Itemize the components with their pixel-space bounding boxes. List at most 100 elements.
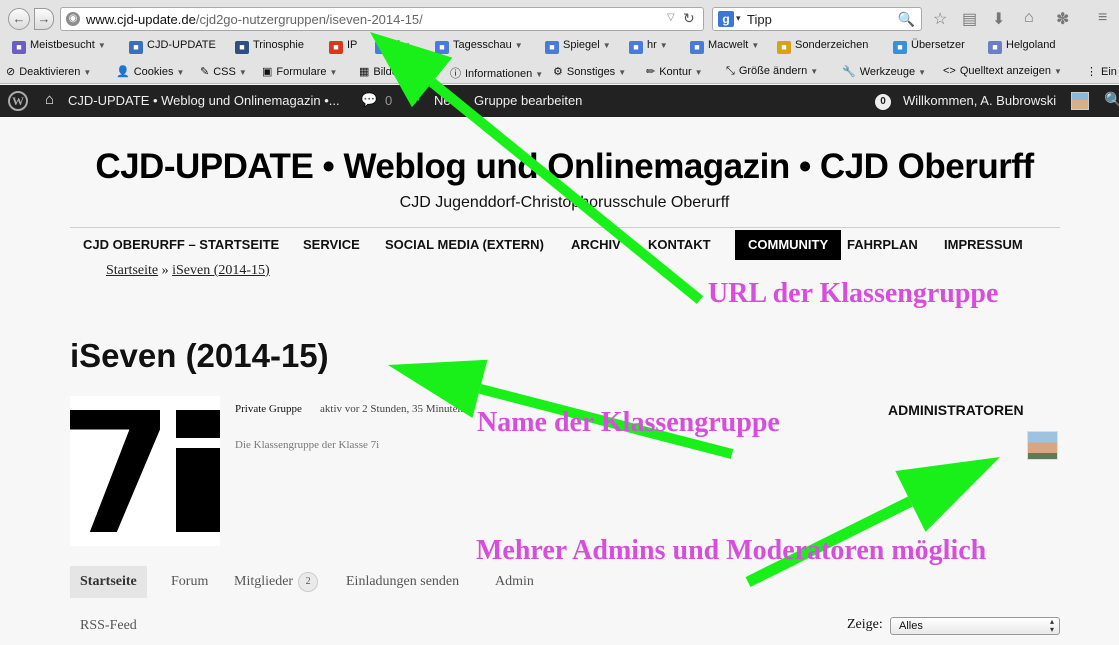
bookmark-item[interactable]: ■ Meistbesucht ▼ [12,39,106,54]
bookmark-item[interactable]: ■ hr ▼ [629,39,668,54]
menu-item-service[interactable]: SERVICE [290,230,373,260]
comment-bubble-icon[interactable]: 💬 [361,92,377,108]
wordpress-logo-icon[interactable]: W [8,91,28,111]
back-button[interactable]: ← [8,8,30,30]
search-icon[interactable]: 🔍 [898,11,915,28]
webdev-menu-item[interactable]: ▣ Formulare ▼ [262,65,337,78]
gear-icon: ■ [329,41,343,54]
group-subnav: Startseite Forum Mitglieder 2 Einladungen se… [70,566,1060,598]
webdev-menu-item[interactable]: ⓘ Informationen ▼ [450,65,543,81]
addon-icon[interactable]: ✽ [1056,9,1069,29]
chevron-down-icon: ▼ [404,68,413,77]
bookmark-item[interactable]: ■ T ▼ [375,39,411,54]
avatar-seven-glyph [70,410,160,532]
select-arrows-icon: ▴ ▾ [1049,617,1054,634]
forward-button[interactable]: → [34,8,54,30]
filter-label: Zeige: [847,617,883,632]
reload-icon[interactable]: ↻ [683,10,695,27]
admin-bar-site-name[interactable]: CJD-UPDATE • Weblog und Onlinemagazin •.… [68,93,340,108]
webdev-menu-item[interactable]: ▦ Bilder ▼ [359,65,412,78]
edit-group-link[interactable]: Gruppe bearbeiten [474,93,582,108]
search-engine-caret-icon[interactable]: ▾ [736,13,741,24]
wp-admin-bar: W ⌂ CJD-UPDATE • Weblog und Onlinemagazi… [0,85,1119,117]
administrators-heading: ADMINISTRATOREN [888,402,1024,418]
admin-greeting[interactable]: Willkommen, A. Bubrowski [903,93,1056,108]
menu-item-archiv[interactable]: ARCHIV [558,230,634,260]
breadcrumb-current-link[interactable]: iSeven (2014-15) [172,263,270,278]
new-content-link[interactable]: Neu [434,93,458,108]
menu-item-community[interactable]: COMMUNITY [735,230,842,260]
rss-feed-link[interactable]: RSS-Feed [80,618,137,634]
admin-avatar[interactable] [1027,431,1058,460]
navigation-toolbar: ← → ◉ www.cjd-update.de/cjd2go-nutzergru… [0,0,1119,36]
filter-selected-value: Alles [899,620,923,632]
tab-label: Einladungen senden [346,574,460,589]
bookmark-item[interactable]: ■ Sonderzeichen [777,39,868,54]
menu-item-social-media-extern[interactable]: SOCIAL MEDIA (EXTERN) [372,230,557,260]
user-avatar[interactable] [1071,92,1089,110]
bookmark-label: IP [347,39,358,51]
ban-icon: ⊘ [6,66,16,78]
chevron-down-icon: ▼ [618,68,627,77]
bookmarks-list-icon[interactable]: ▤ [962,9,977,29]
webdev-menu-label: Bilder [373,66,402,78]
bookmark-star-icon[interactable]: ☆ [933,9,947,29]
tab-label: Startseite [80,574,137,589]
plus-icon[interactable]: + [410,90,420,110]
bookmark-item[interactable]: ■ Macwelt ▼ [690,39,759,54]
chevron-down-icon: ▼ [514,41,523,50]
clipboard-icon: ▣ [262,66,273,78]
webdev-menu-item[interactable]: ⤡ Größe ändern ▼ [726,65,818,78]
webdev-menu-item[interactable]: <> Quelltext anzeigen ▼ [943,65,1062,77]
google-icon[interactable]: g [718,11,734,27]
group-avatar[interactable] [70,396,220,546]
main-navigation: CJD OBERURFF – STARTSEITE SERVICE SOCIAL M… [70,227,1060,260]
breadcrumb-home-link[interactable]: Startseite [106,263,158,278]
search-input[interactable]: Tipp [747,12,772,27]
t-favicon-icon: ■ [235,41,249,54]
menu-item-impressum[interactable]: IMPRESSUM [931,230,1036,260]
site-title[interactable]: CJD-UPDATE • Weblog und Onlinemagazin • … [0,147,1119,187]
tab-admin[interactable]: Admin [485,566,544,598]
menu-item-cjd-oberurff-startseite[interactable]: CJD OBERURFF – STARTSEITE [70,230,292,260]
url-text[interactable]: www.cjd-update.de/cjd2go-nutzergruppen/i… [86,12,423,27]
cjd-favicon-icon: ■ [129,41,143,54]
bookmark-item[interactable]: ■ IP [329,39,357,54]
chevron-down-icon: ▼ [176,68,185,77]
bookmark-item[interactable]: ■ Übersetzer [893,39,965,54]
tab-einladungen-senden[interactable]: Einladungen senden [336,566,469,598]
menu-item-kontakt[interactable]: KONTAKT [635,230,724,260]
bookmark-label: Übersetzer [911,39,965,51]
menu-icon[interactable]: ≡ [1098,9,1107,27]
notifications-badge[interactable]: 0 [875,94,891,110]
webdev-menu-item[interactable]: 🔧 Werkzeuge ▼ [842,65,926,78]
menu-item-fahrplan[interactable]: FAHRPLAN [834,230,931,260]
webdev-menu-item[interactable]: ✏ Kontur ▼ [646,65,703,78]
bookmark-item[interactable]: ■ Spiegel ▼ [545,39,611,54]
browser-chrome: ← → ◉ www.cjd-update.de/cjd2go-nutzergru… [0,0,1119,84]
bookmark-item[interactable]: ■ Tagesschau ▼ [435,39,523,54]
house-icon[interactable]: ⌂ [45,91,54,108]
bookmark-item[interactable]: ■ Helgoland [988,39,1056,54]
tab-mitglieder[interactable]: Mitglieder 2 [224,566,328,598]
chevron-down-icon: ▼ [238,68,247,77]
tab-startseite[interactable]: Startseite [70,566,147,598]
webdev-menu-item[interactable]: ⋮ Ein [1086,65,1117,78]
url-history-dropdown-icon[interactable]: ▽ [667,12,675,23]
webdev-menu-item[interactable]: ⊘ Deaktivieren ▼ [6,65,91,78]
activity-filter-select[interactable]: Alles ▴ ▾ [890,617,1060,635]
comments-count[interactable]: 0 [385,93,392,108]
webdev-menu-item[interactable]: 👤 Cookies ▼ [116,65,184,78]
admin-search-icon[interactable]: 🔍 [1104,91,1119,109]
home-icon[interactable]: ⌂ [1024,9,1034,27]
webdev-menu-item[interactable]: ⚙ Sonstiges ▼ [553,65,626,78]
avatar-i-stem-glyph [176,448,220,532]
search-bar[interactable]: g ▾ Tipp 🔍 [712,7,922,31]
globe-icon: ◉ [66,12,80,26]
bookmark-item[interactable]: ■ Trinosphie [235,39,304,54]
webdev-menu-item[interactable]: ✎ CSS ▼ [200,65,247,78]
tab-forum[interactable]: Forum [161,566,218,598]
url-bar[interactable]: ◉ www.cjd-update.de/cjd2go-nutzergruppen… [60,7,704,31]
download-icon[interactable]: ⬇ [992,9,1005,29]
bookmark-item[interactable]: ■ CJD-UPDATE [129,39,216,54]
